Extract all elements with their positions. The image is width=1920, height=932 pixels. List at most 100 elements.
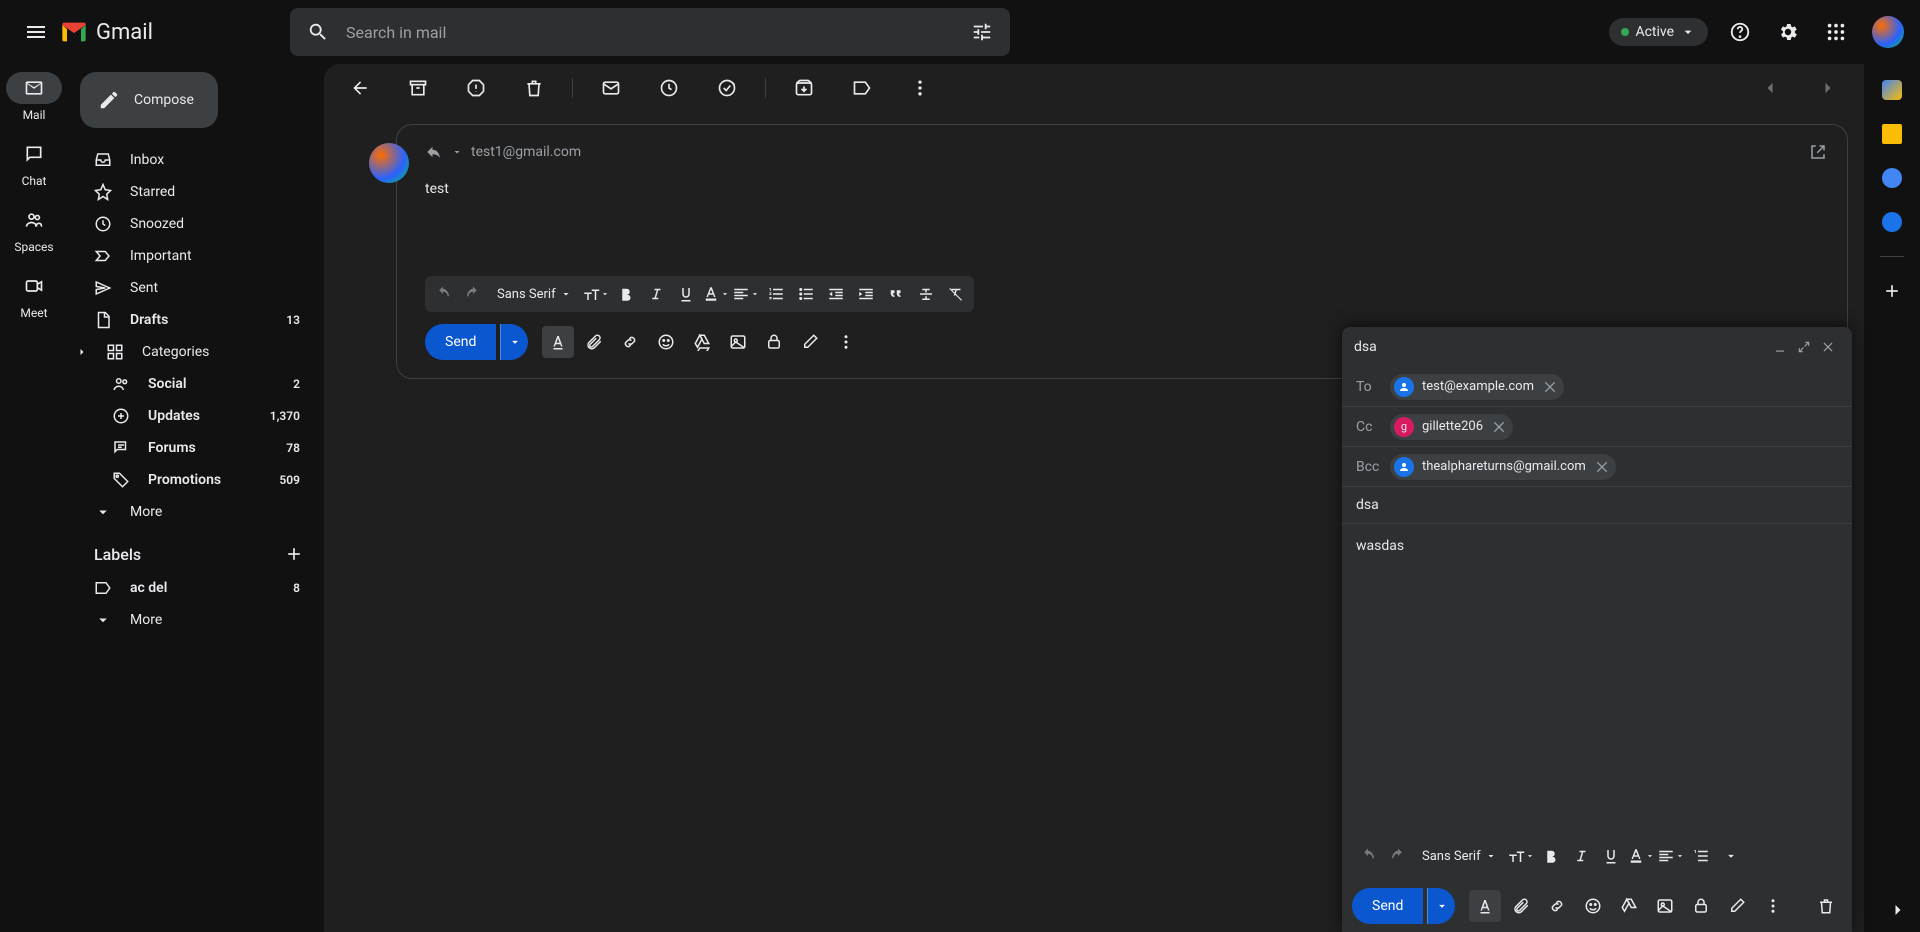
redo-button[interactable] xyxy=(459,280,487,308)
bold-button[interactable] xyxy=(1537,842,1565,870)
search-input[interactable] xyxy=(346,23,954,42)
apps-button[interactable] xyxy=(1816,12,1856,52)
text-color-button[interactable] xyxy=(702,280,730,308)
confidential-button[interactable] xyxy=(758,326,790,358)
add-label-button[interactable] xyxy=(284,544,304,564)
rail-item-spaces[interactable]: Spaces xyxy=(6,204,62,254)
reply-send-button[interactable]: Send xyxy=(425,324,496,360)
fullscreen-button[interactable] xyxy=(1792,335,1816,359)
settings-button[interactable] xyxy=(1768,12,1808,52)
status-selector[interactable]: Active xyxy=(1609,18,1708,46)
formatting-toggle-button[interactable] xyxy=(1469,890,1501,922)
underline-button[interactable] xyxy=(1597,842,1625,870)
redo-button[interactable] xyxy=(1384,842,1412,870)
chip-remove-button[interactable] xyxy=(1594,459,1610,475)
compose-send-button[interactable]: Send xyxy=(1352,888,1423,924)
numbered-list-button[interactable] xyxy=(1687,842,1715,870)
discard-draft-button[interactable] xyxy=(1810,890,1842,922)
emoji-button[interactable] xyxy=(1577,890,1609,922)
rail-item-meet[interactable]: Meet xyxy=(6,270,62,320)
add-task-button[interactable] xyxy=(707,68,747,108)
to-chip[interactable]: test@example.com xyxy=(1390,374,1564,400)
rail-item-chat[interactable]: Chat xyxy=(6,138,62,188)
contacts-app-button[interactable] xyxy=(1882,212,1902,232)
back-button[interactable] xyxy=(340,68,380,108)
image-button[interactable] xyxy=(722,326,754,358)
sender-avatar[interactable] xyxy=(369,143,409,183)
bcc-row[interactable]: Bcc thealphareturns@gmail.com xyxy=(1342,447,1852,487)
more-actions-button[interactable] xyxy=(900,68,940,108)
delete-button[interactable] xyxy=(514,68,554,108)
image-button[interactable] xyxy=(1649,890,1681,922)
align-button[interactable] xyxy=(732,280,760,308)
signature-button[interactable] xyxy=(1721,890,1753,922)
drive-button[interactable] xyxy=(1613,890,1645,922)
reply-type-dropdown-icon[interactable] xyxy=(451,146,463,158)
labels-button[interactable] xyxy=(842,68,882,108)
italic-button[interactable] xyxy=(1567,842,1595,870)
sidebar-item-important[interactable]: Important xyxy=(68,240,324,272)
search-bar[interactable] xyxy=(290,8,1010,56)
sidebar-item-snoozed[interactable]: Snoozed xyxy=(68,208,324,240)
rail-item-mail[interactable]: Mail xyxy=(6,72,62,122)
link-button[interactable] xyxy=(614,326,646,358)
popout-button[interactable] xyxy=(1809,143,1827,161)
snooze-button[interactable] xyxy=(649,68,689,108)
older-button[interactable] xyxy=(1750,68,1790,108)
move-button[interactable] xyxy=(784,68,824,108)
bcc-chip[interactable]: thealphareturns@gmail.com xyxy=(1390,454,1616,480)
emoji-button[interactable] xyxy=(650,326,682,358)
sidebar-item-social[interactable]: Social 2 xyxy=(68,368,324,400)
undo-button[interactable] xyxy=(1354,842,1382,870)
strikethrough-button[interactable] xyxy=(912,280,940,308)
more-options-button[interactable] xyxy=(830,326,862,358)
sidebar-labels-more[interactable]: More xyxy=(68,604,324,636)
compose-send-options-button[interactable] xyxy=(1427,888,1455,924)
reply-body-text[interactable]: test xyxy=(425,181,1827,276)
cc-row[interactable]: Cc g gillette206 xyxy=(1342,407,1852,447)
font-selector[interactable]: Sans Serif xyxy=(1414,849,1505,864)
text-color-button[interactable] xyxy=(1627,842,1655,870)
format-more-button[interactable] xyxy=(1717,842,1745,870)
confidential-button[interactable] xyxy=(1685,890,1717,922)
mark-unread-button[interactable] xyxy=(591,68,631,108)
bullet-list-button[interactable] xyxy=(792,280,820,308)
gmail-logo[interactable]: Gmail xyxy=(60,18,290,46)
indent-more-button[interactable] xyxy=(852,280,880,308)
attach-button[interactable] xyxy=(1505,890,1537,922)
attach-button[interactable] xyxy=(578,326,610,358)
compose-body[interactable]: wasdas xyxy=(1342,524,1852,832)
sidebar-item-forums[interactable]: Forums 78 xyxy=(68,432,324,464)
sidebar-item-categories[interactable]: Categories xyxy=(68,336,324,368)
keep-app-button[interactable] xyxy=(1882,124,1902,144)
search-options-button[interactable] xyxy=(962,12,1002,52)
italic-button[interactable] xyxy=(642,280,670,308)
underline-button[interactable] xyxy=(672,280,700,308)
main-menu-button[interactable] xyxy=(16,12,56,52)
addons-button[interactable] xyxy=(1882,281,1902,301)
reply-recipient[interactable]: test1@gmail.com xyxy=(471,144,581,160)
sidebar-item-inbox[interactable]: Inbox xyxy=(68,144,324,176)
font-size-button[interactable] xyxy=(582,280,610,308)
compose-button[interactable]: Compose xyxy=(80,72,218,128)
font-size-button[interactable] xyxy=(1507,842,1535,870)
reply-send-options-button[interactable] xyxy=(500,324,528,360)
reply-icon[interactable] xyxy=(425,143,443,161)
link-button[interactable] xyxy=(1541,890,1573,922)
minimize-button[interactable] xyxy=(1768,335,1792,359)
sidebar-item-starred[interactable]: Starred xyxy=(68,176,324,208)
spam-button[interactable] xyxy=(456,68,496,108)
more-options-button[interactable] xyxy=(1757,890,1789,922)
sidebar-item-sent[interactable]: Sent xyxy=(68,272,324,304)
cc-chip[interactable]: g gillette206 xyxy=(1390,414,1513,440)
support-button[interactable] xyxy=(1720,12,1760,52)
font-selector[interactable]: Sans Serif xyxy=(489,287,580,302)
compose-subject[interactable]: dsa xyxy=(1342,487,1852,524)
account-avatar[interactable] xyxy=(1872,16,1904,48)
bold-button[interactable] xyxy=(612,280,640,308)
sidebar-item-drafts[interactable]: Drafts 13 xyxy=(68,304,324,336)
formatting-toggle-button[interactable] xyxy=(542,326,574,358)
numbered-list-button[interactable] xyxy=(762,280,790,308)
signature-button[interactable] xyxy=(794,326,826,358)
sidebar-item-updates[interactable]: Updates 1,370 xyxy=(68,400,324,432)
